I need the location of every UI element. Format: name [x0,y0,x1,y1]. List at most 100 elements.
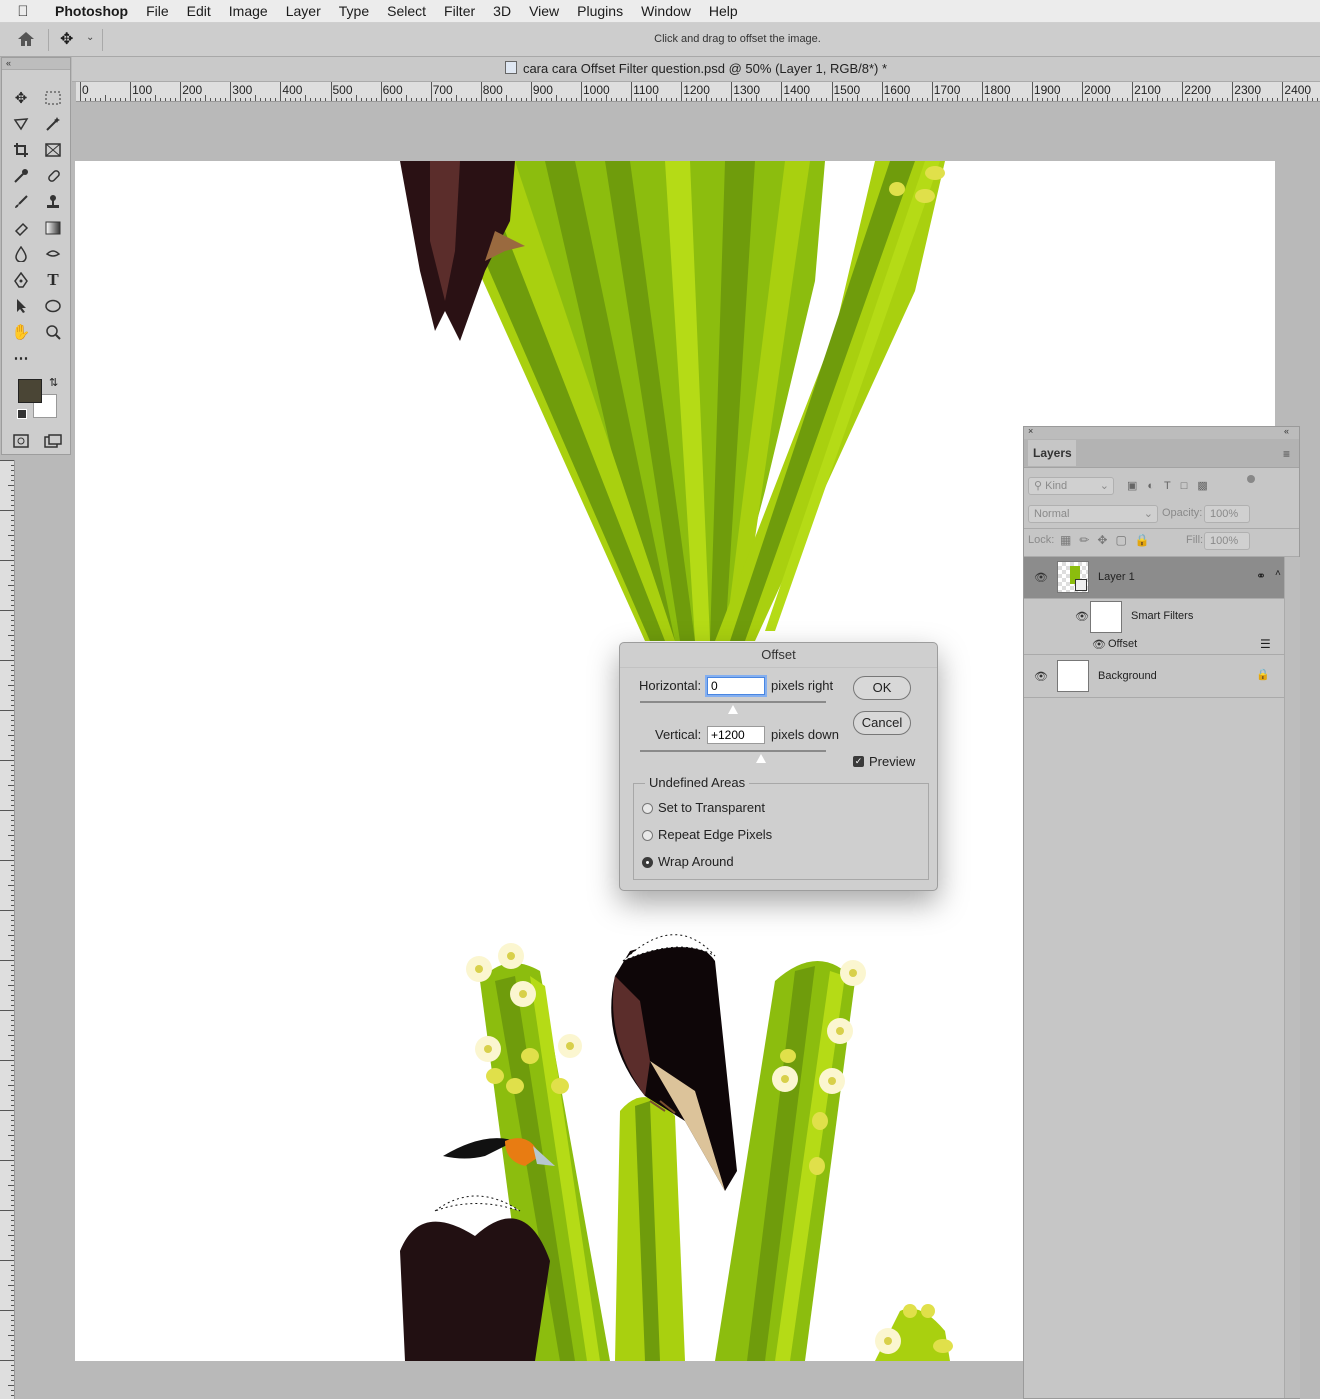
menu-edit[interactable]: Edit [178,3,220,19]
menu-type[interactable]: Type [330,3,378,19]
zoom-tool-icon[interactable] [40,321,66,343]
horizontal-slider-knob[interactable] [728,705,738,714]
filter-toggle-icon[interactable] [1247,475,1255,483]
ruler-tick [8,1185,14,1186]
menu-view[interactable]: View [520,3,568,19]
swap-colors-icon[interactable]: ⇅ [49,376,58,389]
ruler-tick [11,1115,14,1116]
ruler-tick [11,465,14,466]
menu-help[interactable]: Help [700,3,747,19]
quick-mask-icon[interactable] [8,430,34,452]
ruler-tick [11,1330,14,1331]
vertical-slider[interactable] [640,750,826,752]
ruler-label: 300 [232,83,253,97]
radio-set-to-transparent[interactable] [642,803,653,814]
filter-type-icons[interactable]: ▣◐T□▩ [1127,479,1218,492]
ruler-minor-tick [701,98,703,101]
ruler-label: 200 [182,83,203,97]
horizontal-slider[interactable] [640,701,826,703]
panel-collapse-icon[interactable]: « [2,58,70,70]
eyedropper-icon[interactable] [8,165,34,187]
blur-tool-icon[interactable] [8,243,34,265]
ruler-label: 500 [332,83,353,97]
layer-row-layer-1[interactable]: 👁 Layer 1 ⚭ ˄ [1024,557,1284,599]
eraser-tool-icon[interactable] [8,217,34,239]
panel-menu-icon[interactable]: ≡ [1283,447,1290,461]
preview-checkbox[interactable]: ✓ [853,756,864,767]
vertical-ruler[interactable] [0,460,15,1399]
ruler-minor-tick [601,98,603,101]
filter-kind-dropdown[interactable]: ⚲ Kind ⌄ [1028,477,1114,495]
more-tools-icon[interactable]: ⋯ [8,347,34,369]
menu-layer[interactable]: Layer [277,3,330,19]
ruler-tick [11,900,14,901]
magic-wand-icon[interactable] [40,113,66,135]
layer-row-background[interactable]: 👁 Background 🔒 [1024,656,1284,698]
frame-tool-icon[interactable] [40,139,66,161]
lock-icons[interactable]: ▦✏✥▢🔒 [1060,533,1158,547]
ellipse-tool-icon[interactable] [40,295,66,317]
blending-options-icon[interactable]: ☰ [1260,637,1271,651]
ruler-minor-tick [450,98,452,101]
lock-icon[interactable]: 🔒 [1256,668,1270,681]
close-icon[interactable]: × [1028,426,1033,436]
menu-file[interactable]: File [137,3,178,19]
radio-wrap-around[interactable] [642,857,653,868]
ruler-tick [11,1040,14,1041]
ruler-tick [11,475,14,476]
menu-plugins[interactable]: Plugins [568,3,632,19]
layer-row-smart-filters[interactable]: 👁 Smart Filters [1024,599,1284,635]
smart-filter-indicator-icon[interactable]: ⚭ [1256,569,1266,583]
menu-3d[interactable]: 3D [484,3,520,19]
tab-layers[interactable]: Layers [1028,440,1076,466]
foreground-color-swatch[interactable] [18,379,42,403]
ruler-minor-tick [500,98,502,101]
horizontal-input[interactable] [707,677,765,695]
menu-image[interactable]: Image [220,3,277,19]
move-tool-icon[interactable]: ✥ [8,87,34,109]
document-tab[interactable]: cara cara Offset Filter question.psd @ 5… [72,57,1320,82]
hand-tool-icon[interactable]: ✋ [8,321,34,343]
default-colors-icon[interactable] [17,409,27,419]
path-selection-icon[interactable] [8,295,34,317]
crop-tool-icon[interactable] [8,139,34,161]
blend-mode-dropdown[interactable]: Normal ⌄ [1028,505,1158,523]
horizontal-ruler[interactable]: 0 100 200 300 400 500 600 700 800 900 1000 1100 1200… [76,82,1320,102]
cancel-button[interactable]: Cancel [853,711,911,735]
ruler-minor-tick [275,98,277,101]
layers-scrollbar[interactable] [1284,557,1300,1398]
lasso-tool-icon[interactable] [8,113,34,135]
type-tool-icon[interactable]: T [40,269,66,291]
menu-window[interactable]: Window [632,3,700,19]
ok-button[interactable]: OK [853,676,911,700]
visibility-eye-icon[interactable]: 👁 [1034,670,1048,683]
menu-select[interactable]: Select [378,3,435,19]
visibility-eye-icon[interactable]: 👁 [1034,571,1048,584]
ruler-tick [0,710,14,711]
pen-tool-icon[interactable] [8,269,34,291]
menu-filter[interactable]: Filter [435,3,484,19]
radio-repeat-edge-pixels[interactable] [642,830,653,841]
menu-app[interactable]: Photoshop [46,3,137,19]
chevron-up-icon[interactable]: ˄ [1275,568,1281,579]
vertical-slider-knob[interactable] [756,754,766,763]
ruler-major-tick [1132,82,1134,101]
ruler-minor-tick [671,98,673,101]
opacity-field[interactable]: 100% [1204,505,1250,523]
ruler-tick [0,560,14,561]
smudge-tool-icon[interactable] [40,243,66,265]
screen-mode-icon[interactable] [40,430,66,452]
healing-brush-icon[interactable] [40,165,66,187]
apple-icon[interactable]:  [0,3,46,20]
ruler-tick [11,850,14,851]
layer-row-offset-filter[interactable]: 👁 Offset ☰ [1024,635,1284,655]
marquee-tool-icon[interactable] [40,87,66,109]
collapse-icon[interactable]: « [1284,426,1289,436]
fill-field[interactable]: 100% [1204,532,1250,550]
visibility-eye-icon[interactable]: 👁 [1092,638,1106,651]
visibility-eye-icon[interactable]: 👁 [1075,610,1089,623]
clone-stamp-icon[interactable] [40,191,66,213]
brush-tool-icon[interactable] [8,191,34,213]
gradient-tool-icon[interactable] [40,217,66,239]
vertical-input[interactable] [707,726,765,744]
